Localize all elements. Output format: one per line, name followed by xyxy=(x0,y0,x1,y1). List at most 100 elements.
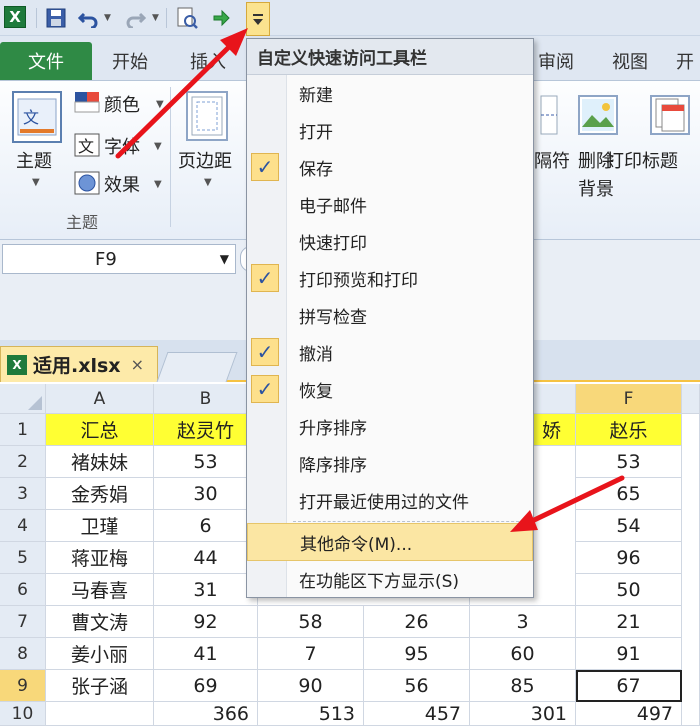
row-header-7[interactable]: 7 xyxy=(0,606,46,638)
cell-a2[interactable]: 褚妹妹 xyxy=(46,446,154,478)
cell-f1[interactable]: 赵乐 xyxy=(576,414,682,446)
cell-d10[interactable]: 457 xyxy=(364,702,470,726)
customize-quick-access-button[interactable] xyxy=(246,2,270,36)
tab-file[interactable]: 文件 xyxy=(0,42,92,80)
row-header-6[interactable]: 6 xyxy=(0,574,46,606)
row-header-4[interactable]: 4 xyxy=(0,510,46,542)
row-header-2[interactable]: 2 xyxy=(0,446,46,478)
cell-a1[interactable]: 汇总 xyxy=(46,414,154,446)
cell-d9[interactable]: 56 xyxy=(364,670,470,702)
tab-more[interactable]: 开 xyxy=(676,42,694,80)
row-header-10[interactable]: 10 xyxy=(0,702,46,726)
save-button[interactable] xyxy=(44,6,68,30)
new-document-tab[interactable] xyxy=(156,352,238,382)
menu-item[interactable]: 拼写检查 xyxy=(247,297,533,333)
cell-c7[interactable]: 58 xyxy=(258,606,364,638)
row-header-9[interactable]: 9 xyxy=(0,670,46,702)
document-tab[interactable]: X 适用.xlsx × xyxy=(0,346,158,382)
tab-review[interactable]: 审阅 xyxy=(526,42,586,80)
themes-button[interactable]: 主题 xyxy=(16,147,52,173)
cell-e10[interactable]: 301 xyxy=(470,702,576,726)
print-preview-button[interactable] xyxy=(174,6,200,30)
cell-c8[interactable]: 7 xyxy=(258,638,364,670)
column-g-cells[interactable] xyxy=(682,414,700,726)
themes-dropdown-icon[interactable]: ▼ xyxy=(32,177,40,188)
margins-button[interactable]: 页边距 xyxy=(178,147,232,173)
cell-e8[interactable]: 60 xyxy=(470,638,576,670)
fonts-button[interactable]: 字体 xyxy=(104,133,140,159)
cell-a9[interactable]: 张子涵 xyxy=(46,670,154,702)
cell-f8[interactable]: 91 xyxy=(576,638,682,670)
breaks-button[interactable]: 隔符 xyxy=(534,147,570,173)
cell-a4[interactable]: 卫瑾 xyxy=(46,510,154,542)
menu-item-more-commands[interactable]: 其他命令(M)... xyxy=(247,523,533,561)
name-box-dropdown-icon[interactable]: ▼ xyxy=(220,252,229,266)
row-header-8[interactable]: 8 xyxy=(0,638,46,670)
undo-dropdown-icon[interactable]: ▼ xyxy=(104,13,111,23)
excel-app-icon[interactable]: X xyxy=(4,6,26,28)
menu-item[interactable]: 打开最近使用过的文件 xyxy=(247,482,533,518)
cell-a5[interactable]: 蒋亚梅 xyxy=(46,542,154,574)
cell-e9[interactable]: 85 xyxy=(470,670,576,702)
cell-b10[interactable]: 366 xyxy=(154,702,258,726)
margins-dropdown-icon[interactable]: ▼ xyxy=(204,177,212,188)
close-icon[interactable]: × xyxy=(131,355,144,374)
colors-button[interactable]: 颜色 xyxy=(104,91,140,117)
menu-item[interactable]: 降序排序 xyxy=(247,445,533,481)
name-box[interactable]: F9 ▼ xyxy=(2,244,236,274)
undo-button[interactable] xyxy=(76,6,100,30)
print-titles-button[interactable]: 打印标题 xyxy=(606,147,678,173)
cell-f10[interactable]: 497 xyxy=(576,702,682,726)
cell-f2[interactable]: 53 xyxy=(576,446,682,478)
cell-f4[interactable]: 54 xyxy=(576,510,682,542)
cell-e7[interactable]: 3 xyxy=(470,606,576,638)
cell-b6[interactable]: 31 xyxy=(154,574,258,606)
cell-b1[interactable]: 赵灵竹 xyxy=(154,414,258,446)
forward-button[interactable] xyxy=(208,6,234,30)
tab-insert[interactable]: 插入 xyxy=(178,42,238,80)
cell-a8[interactable]: 姜小丽 xyxy=(46,638,154,670)
column-header-a[interactable]: A xyxy=(46,384,154,414)
cell-a6[interactable]: 马春喜 xyxy=(46,574,154,606)
colors-dropdown-icon[interactable]: ▼ xyxy=(156,99,164,110)
menu-item[interactable]: ✓ 保存 xyxy=(247,149,533,185)
menu-item[interactable]: ✓ 恢复 xyxy=(247,371,533,407)
cell-f6[interactable]: 50 xyxy=(576,574,682,606)
cell-a7[interactable]: 曹文涛 xyxy=(46,606,154,638)
cell-b2[interactable]: 53 xyxy=(154,446,258,478)
menu-item[interactable]: 新建 xyxy=(247,75,533,111)
cell-a10[interactable] xyxy=(46,702,154,726)
column-header-g[interactable] xyxy=(682,384,700,414)
cell-b8[interactable]: 41 xyxy=(154,638,258,670)
effects-dropdown-icon[interactable]: ▼ xyxy=(154,179,162,190)
cell-b7[interactable]: 92 xyxy=(154,606,258,638)
cell-c9[interactable]: 90 xyxy=(258,670,364,702)
menu-item[interactable]: 打开 xyxy=(247,112,533,148)
row-header-5[interactable]: 5 xyxy=(0,542,46,574)
cell-f9-active[interactable]: 67 xyxy=(576,670,682,702)
cell-f5[interactable]: 96 xyxy=(576,542,682,574)
cell-b5[interactable]: 44 xyxy=(154,542,258,574)
tab-home[interactable]: 开始 xyxy=(100,42,160,80)
fonts-dropdown-icon[interactable]: ▼ xyxy=(154,141,162,152)
cell-d7[interactable]: 26 xyxy=(364,606,470,638)
menu-item-show-below-ribbon[interactable]: 在功能区下方显示(S) xyxy=(247,561,533,597)
redo-dropdown-icon[interactable]: ▼ xyxy=(152,13,159,23)
menu-item[interactable]: 电子邮件 xyxy=(247,186,533,222)
column-header-b[interactable]: B xyxy=(154,384,258,414)
menu-item[interactable]: 快速打印 xyxy=(247,223,533,259)
select-all-corner[interactable] xyxy=(0,384,46,414)
row-header-3[interactable]: 3 xyxy=(0,478,46,510)
menu-item[interactable]: 升序排序 xyxy=(247,408,533,444)
tab-view[interactable]: 视图 xyxy=(600,42,660,80)
cell-b9[interactable]: 69 xyxy=(154,670,258,702)
cell-a3[interactable]: 金秀娟 xyxy=(46,478,154,510)
cell-b4[interactable]: 6 xyxy=(154,510,258,542)
cell-d8[interactable]: 95 xyxy=(364,638,470,670)
row-header-1[interactable]: 1 xyxy=(0,414,46,446)
cell-b3[interactable]: 30 xyxy=(154,478,258,510)
cell-c10[interactable]: 513 xyxy=(258,702,364,726)
cell-f7[interactable]: 21 xyxy=(576,606,682,638)
menu-item[interactable]: ✓ 打印预览和打印 xyxy=(247,260,533,296)
menu-item[interactable]: ✓ 撤消 xyxy=(247,334,533,370)
